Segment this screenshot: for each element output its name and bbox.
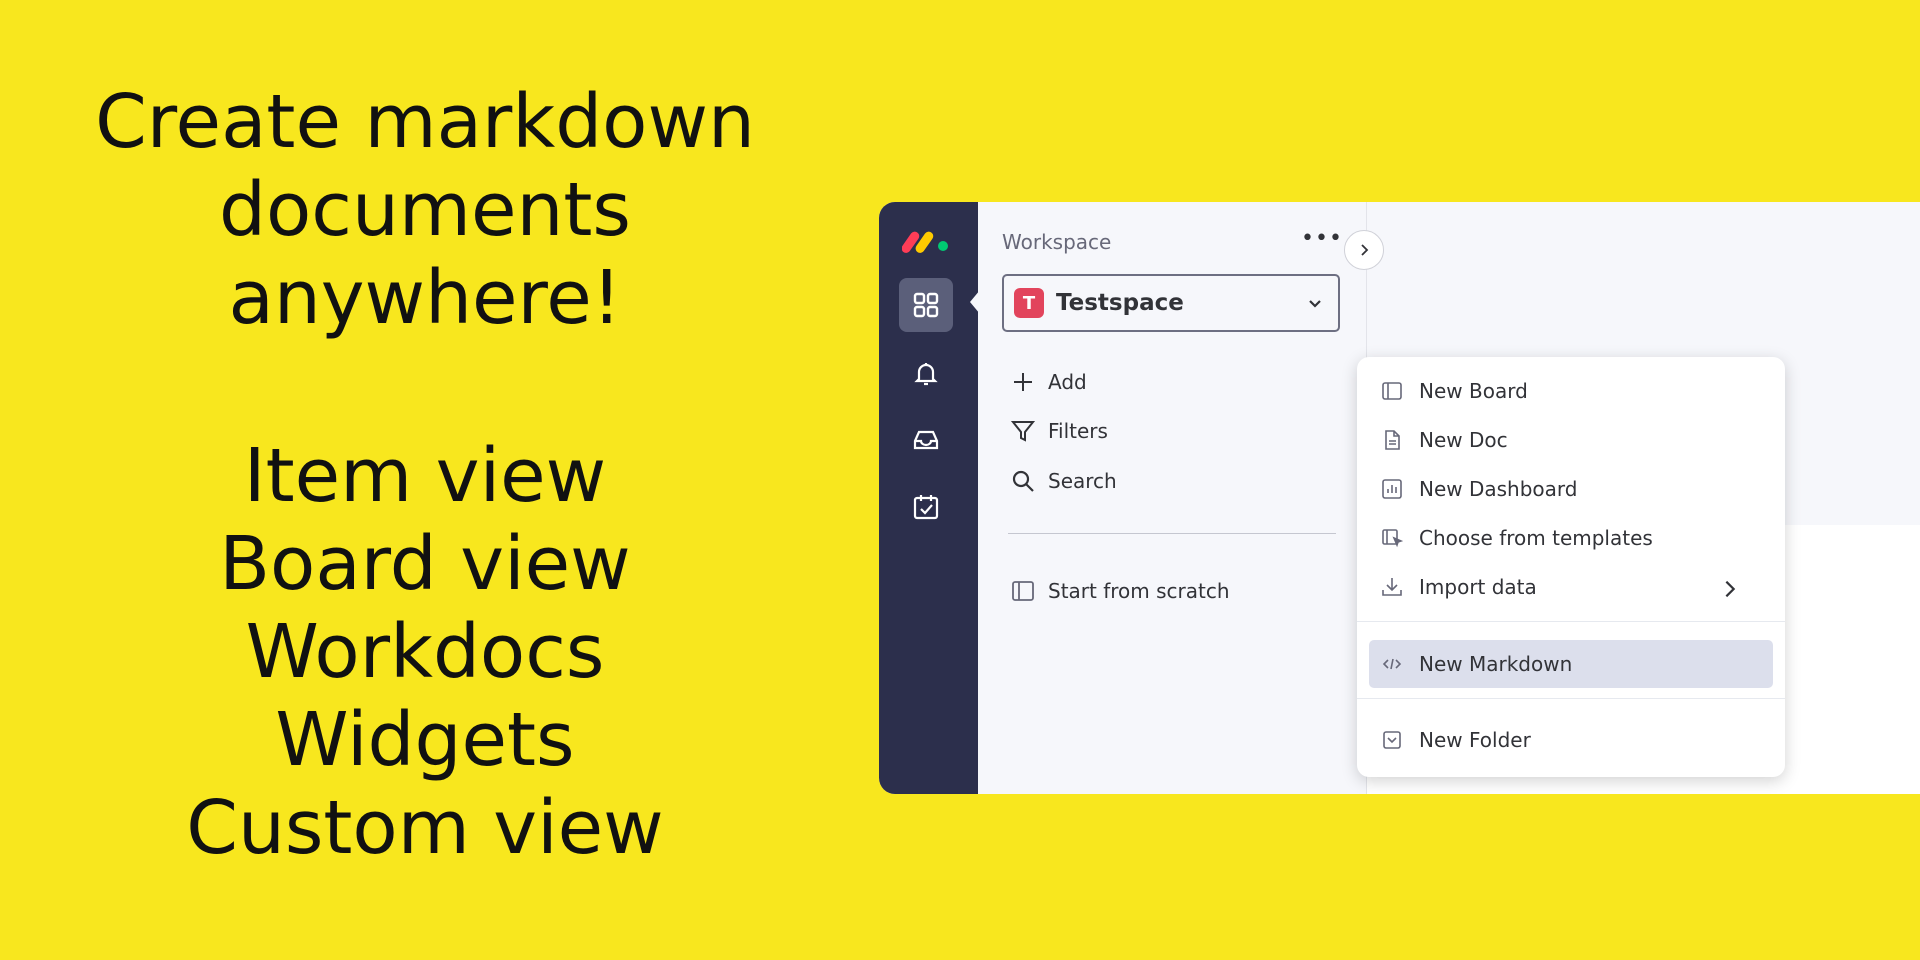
search-label: Search <box>1048 469 1117 493</box>
template-icon <box>1382 529 1403 548</box>
board-icon <box>1012 581 1034 601</box>
headline-line-1: Create markdown <box>95 79 755 165</box>
code-icon <box>1382 658 1402 670</box>
grid-icon <box>913 292 939 318</box>
menu-item-choose-templates[interactable]: Choose from templates <box>1369 514 1773 562</box>
add-label: Add <box>1048 370 1087 394</box>
menu-divider <box>1357 621 1785 622</box>
workspace-label: Workspace <box>1002 230 1112 254</box>
menu-item-new-folder[interactable]: New Folder <box>1369 716 1773 764</box>
dashboard-icon <box>1382 479 1402 499</box>
feature-item: Custom view <box>186 785 664 871</box>
feature-item: Item view <box>243 433 607 519</box>
menu-item-new-board[interactable]: New Board <box>1369 367 1773 415</box>
filters-button[interactable]: Filters <box>1010 415 1108 447</box>
start-from-scratch-label: Start from scratch <box>1048 579 1230 603</box>
headline-line-2: documents anywhere! <box>219 167 631 341</box>
rail-notifications-button[interactable] <box>899 347 953 401</box>
feature-item: Board view <box>219 521 631 607</box>
filter-icon <box>1010 421 1036 442</box>
bell-icon <box>914 363 938 386</box>
start-from-scratch-button[interactable]: Start from scratch <box>1010 575 1230 607</box>
monday-logo-icon <box>902 231 948 253</box>
calendar-check-icon <box>913 495 939 520</box>
feature-item: Workdocs <box>245 609 605 695</box>
search-icon <box>1012 470 1034 492</box>
menu-item-label: New Folder <box>1419 728 1531 752</box>
menu-item-new-doc[interactable]: New Doc <box>1369 416 1773 464</box>
doc-icon <box>1385 430 1400 450</box>
chevron-down-icon <box>1309 300 1321 308</box>
menu-item-new-dashboard[interactable]: New Dashboard <box>1369 465 1773 513</box>
chevron-right-icon <box>1361 244 1369 256</box>
feature-list: Item view Board view Workdocs Widgets Cu… <box>40 432 810 872</box>
rail-workspace-button[interactable] <box>899 278 953 332</box>
menu-item-label: Choose from templates <box>1419 526 1653 550</box>
workspace-sidebar: Workspace ••• T Testspace Add Filters Se… <box>978 202 1367 794</box>
menu-item-label: New Doc <box>1419 428 1508 452</box>
rail-inbox-button[interactable] <box>899 413 953 467</box>
promo-text: Create markdown documents anywhere! Item… <box>40 78 810 872</box>
add-button[interactable]: Add <box>1010 366 1087 398</box>
workspace-name: Testspace <box>1056 290 1184 316</box>
workspace-avatar: T <box>1014 288 1044 318</box>
board-icon <box>1382 382 1402 400</box>
inbox-icon <box>913 430 939 450</box>
rail-my-work-button[interactable] <box>899 480 953 534</box>
left-rail <box>879 202 980 794</box>
feature-item: Widgets <box>275 697 575 783</box>
plus-icon <box>1014 373 1032 391</box>
workspace-more-button[interactable]: ••• <box>1301 226 1343 251</box>
headline: Create markdown documents anywhere! <box>40 78 810 342</box>
add-dropdown-menu: New Board New Doc New Dashboard Choose f… <box>1357 357 1785 777</box>
menu-item-import-data[interactable]: Import data <box>1369 563 1773 611</box>
menu-item-label: New Markdown <box>1419 652 1573 676</box>
chevron-right-icon <box>1725 580 1736 598</box>
search-button[interactable]: Search <box>1010 465 1117 497</box>
folder-icon <box>1383 731 1401 749</box>
menu-divider <box>1357 698 1785 699</box>
app-window: Workspace ••• T Testspace Add Filters Se… <box>879 202 1920 794</box>
menu-item-label: Import data <box>1419 575 1537 599</box>
menu-item-label: New Board <box>1419 379 1528 403</box>
menu-item-new-markdown[interactable]: New Markdown <box>1369 640 1773 688</box>
import-icon <box>1382 578 1402 596</box>
filters-label: Filters <box>1048 419 1108 443</box>
collapse-sidebar-button[interactable] <box>1344 230 1384 270</box>
menu-item-label: New Dashboard <box>1419 477 1578 501</box>
sidebar-divider <box>1008 533 1336 534</box>
workspace-selector[interactable]: T Testspace <box>1002 274 1340 332</box>
